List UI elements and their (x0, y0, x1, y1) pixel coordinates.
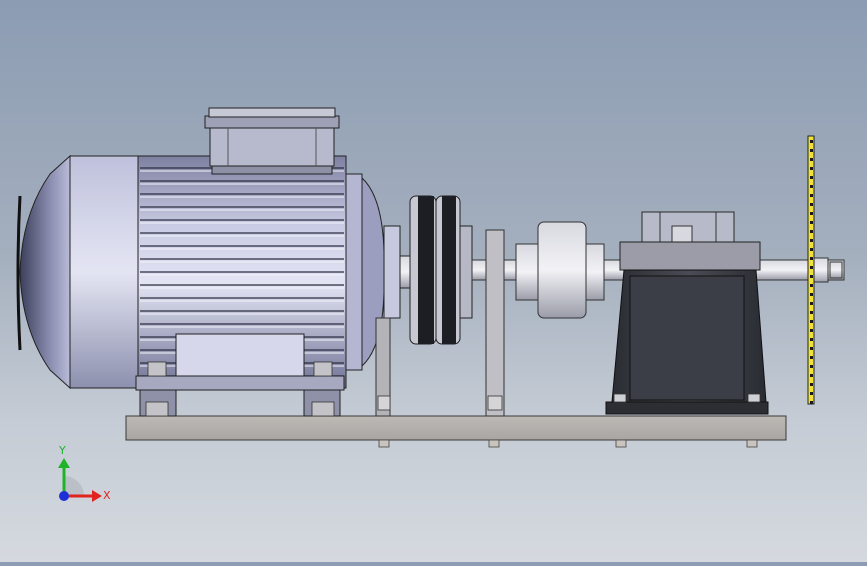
z-axis-marker (59, 491, 69, 501)
saw-blade[interactable] (807, 135, 815, 405)
blade-tooth (810, 149, 813, 152)
blade-tooth (810, 257, 813, 260)
flywheel[interactable] (515, 221, 605, 319)
blade-tooth (810, 338, 813, 341)
cad-viewport[interactable]: Y X (0, 0, 867, 562)
blade-tooth (810, 275, 813, 278)
blade-tooth (810, 221, 813, 224)
blade-tooth (810, 392, 813, 395)
blade-tooth (810, 203, 813, 206)
x-axis-arrowhead (92, 490, 102, 502)
coordinate-triad: Y X (58, 444, 111, 502)
blade-tooth (810, 347, 813, 350)
blade-tooth (810, 374, 813, 377)
blade-tooth (810, 194, 813, 197)
model-canvas[interactable]: Y X (0, 0, 867, 562)
blade-tooth (810, 158, 813, 161)
blade-tooth (810, 185, 813, 188)
y-axis-label: Y (58, 444, 66, 457)
blade-tooth (810, 383, 813, 386)
blade-tooth (810, 239, 813, 242)
blade-tooth (810, 140, 813, 143)
blade-tooth (810, 320, 813, 323)
blade-tooth (810, 230, 813, 233)
blade-tooth (810, 167, 813, 170)
base-plate[interactable] (125, 415, 787, 448)
blade-tooth (810, 293, 813, 296)
gearbox-housing[interactable] (605, 211, 843, 415)
x-axis-label: X (103, 489, 111, 502)
coupling-disc[interactable] (409, 195, 473, 345)
blade-tooth (810, 311, 813, 314)
blade-tooth (810, 329, 813, 332)
blade-tooth (810, 248, 813, 251)
terminal-box[interactable] (204, 107, 340, 175)
blade-tooth (810, 176, 813, 179)
blade-tooth (810, 302, 813, 305)
blade-tooth (810, 356, 813, 359)
blade-tooth (810, 212, 813, 215)
y-axis-arrowhead (58, 458, 70, 468)
blade-tooth (810, 365, 813, 368)
blade-tooth (810, 284, 813, 287)
blade-tooth (810, 401, 813, 404)
blade-tooth (810, 266, 813, 269)
